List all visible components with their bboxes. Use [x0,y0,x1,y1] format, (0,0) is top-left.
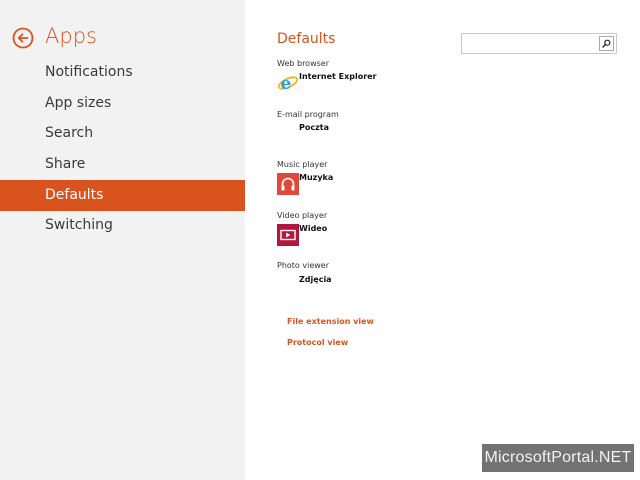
sidebar-item-defaults[interactable]: Defaults [0,180,245,211]
sidebar-title: Apps [45,24,97,48]
video-icon [277,224,299,246]
sidebar-item-share[interactable]: Share [0,149,245,180]
sidebar-item-label: Defaults [45,187,104,203]
default-app-name: Wideo [299,224,328,233]
category-label-video: Video player [277,211,328,220]
watermark: MicrosoftPortal.NET [482,444,634,472]
sidebar-item-label: Search [45,125,94,141]
internet-explorer-icon: e [277,72,299,94]
search-input[interactable] [461,33,617,54]
svg-text:e: e [281,74,292,94]
default-app-email[interactable]: Poczta [277,123,427,147]
sidebar-item-label: Share [45,156,86,172]
sidebar: Apps Notifications App sizes Search Shar… [0,0,245,480]
category-label-email: E-mail program [277,110,339,119]
default-app-name: Muzyka [299,173,334,182]
sidebar-item-label: Notifications [45,64,133,80]
default-app-name: Poczta [299,123,329,132]
default-app-video[interactable]: Wideo [277,224,427,248]
page-title: Defaults [277,31,336,47]
default-app-name: Internet Explorer [299,72,377,81]
back-arrow-circle-icon[interactable] [12,27,34,49]
category-label-web-browser: Web browser [277,59,329,68]
default-app-music[interactable]: Muzyka [277,173,427,197]
sidebar-item-app-sizes[interactable]: App sizes [0,88,245,119]
sidebar-item-notifications[interactable]: Notifications [0,57,245,88]
category-label-music: Music player [277,160,328,169]
sidebar-item-search[interactable]: Search [0,118,245,149]
sidebar-item-label: App sizes [45,95,112,111]
protocol-view-link[interactable]: Protocol view [287,338,348,347]
headphones-icon [277,173,299,195]
default-app-name: Zdjęcia [299,275,332,284]
search-icon[interactable] [599,36,614,51]
default-app-web-browser[interactable]: e Internet Explorer [277,72,427,96]
sidebar-item-label: Switching [45,217,113,233]
file-extension-view-link[interactable]: File extension view [287,317,374,326]
default-app-photo[interactable]: Zdjęcia [277,275,427,299]
category-label-photo: Photo viewer [277,261,329,270]
sidebar-item-switching[interactable]: Switching [0,210,245,241]
